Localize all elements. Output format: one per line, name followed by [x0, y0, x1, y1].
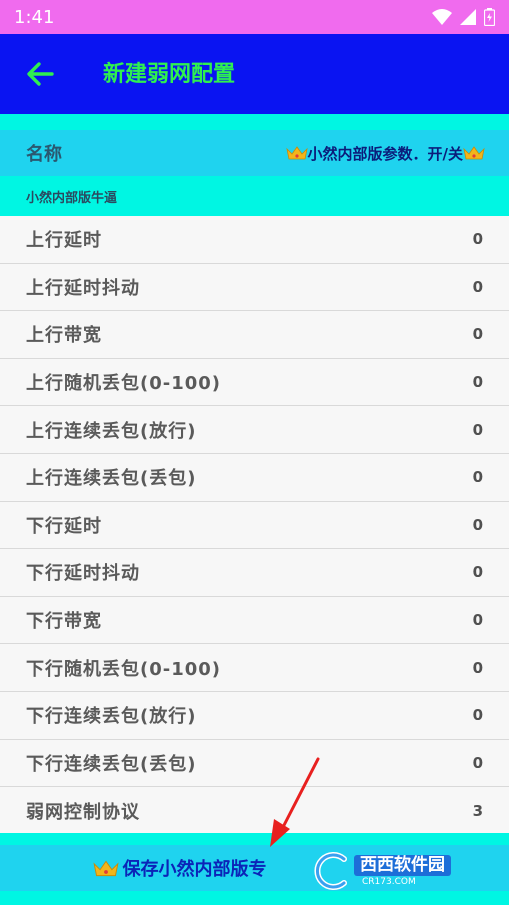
item-label: 上行延时抖动 — [26, 277, 140, 299]
item-value: 0 — [472, 468, 483, 487]
item-value: 0 — [472, 420, 483, 439]
item-label: 上行连续丢包(放行) — [26, 420, 197, 442]
list-item[interactable]: 下行随机丢包(0-100) 0 — [0, 644, 509, 692]
list-item[interactable]: 下行连续丢包(放行) 0 — [0, 691, 509, 740]
list-item[interactable]: 上行带宽 0 — [0, 311, 509, 359]
item-value: 0 — [472, 611, 483, 630]
item-value: 0 — [472, 563, 483, 582]
item-label: 下行连续丢包(丢包) — [26, 753, 197, 775]
bottom-edge-strip — [0, 891, 509, 905]
list-item[interactable]: 下行带宽 0 — [0, 596, 509, 645]
section-subtitle-row: 小然内部版牛逼 — [0, 176, 509, 216]
battery-icon — [484, 8, 495, 26]
item-label: 上行随机丢包(0-100) — [26, 373, 222, 395]
watermark-text: 西西软件园 CR173.COM — [354, 855, 451, 887]
list-item[interactable]: 上行延时抖动 0 — [0, 263, 509, 312]
name-value[interactable]: 小然内部版参数．开/关 — [285, 143, 485, 164]
annotation-arrow-icon — [270, 757, 320, 847]
item-value: 0 — [472, 373, 483, 392]
item-label: 下行连续丢包(放行) — [26, 706, 197, 728]
list-item[interactable]: 下行延时 0 — [0, 501, 509, 550]
status-icons — [432, 8, 495, 26]
crown-icon — [285, 146, 308, 160]
wifi-icon — [432, 9, 452, 25]
section-subtitle: 小然内部版牛逼 — [26, 190, 118, 206]
top-divider-strip — [0, 114, 509, 130]
item-value: 0 — [472, 515, 483, 534]
watermark-logo-icon — [314, 852, 347, 890]
item-label: 上行带宽 — [26, 325, 102, 347]
list-item[interactable]: 上行连续丢包(丢包) 0 — [0, 453, 509, 502]
item-label: 下行延时抖动 — [26, 563, 140, 585]
item-value: 0 — [472, 230, 483, 249]
list-item[interactable]: 上行随机丢包(0-100) 0 — [0, 358, 509, 407]
toolbar: 新建弱网配置 — [0, 34, 509, 114]
list-item[interactable]: 下行延时抖动 0 — [0, 549, 509, 597]
list-item[interactable]: 上行延时 0 — [0, 216, 509, 264]
item-value: 0 — [472, 325, 483, 344]
item-label: 下行延时 — [26, 515, 102, 537]
page-title: 新建弱网配置 — [103, 62, 236, 87]
item-label: 弱网控制协议 — [26, 801, 140, 823]
status-time: 1:41 — [14, 6, 55, 28]
watermark-name: 西西软件园 — [354, 855, 451, 876]
item-value: 0 — [472, 753, 483, 772]
item-label: 上行连续丢包(丢包) — [26, 468, 197, 490]
signal-icon — [460, 9, 476, 25]
crown-icon — [463, 146, 485, 160]
save-button-label: 保存小然内部版专 — [122, 859, 267, 880]
item-value: 0 — [472, 706, 483, 725]
item-value: 0 — [472, 277, 483, 296]
status-bar: 1:41 — [0, 0, 509, 34]
list-item[interactable]: 弱网控制协议 3 — [0, 787, 509, 835]
bottom-divider-strip — [0, 833, 509, 845]
list-item[interactable]: 下行连续丢包(丢包) 0 — [0, 739, 509, 788]
crown-icon — [92, 860, 119, 876]
name-label: 名称 — [26, 144, 62, 165]
item-label: 下行随机丢包(0-100) — [26, 658, 222, 680]
name-value-text: 小然内部版参数．开/关 — [307, 144, 463, 163]
item-value: 0 — [472, 658, 483, 677]
back-arrow-icon[interactable] — [26, 60, 54, 88]
watermark-domain: CR173.COM — [362, 877, 416, 887]
item-value: 3 — [472, 801, 483, 820]
list-item[interactable]: 上行连续丢包(放行) 0 — [0, 406, 509, 454]
item-label: 下行带宽 — [26, 611, 102, 633]
watermark: 西西软件园 CR173.COM — [310, 851, 490, 891]
item-label: 上行延时 — [26, 230, 102, 252]
parameter-list: 上行延时 0 上行延时抖动 0 上行带宽 0 上行随机丢包(0-100) 0 上… — [0, 216, 509, 835]
name-row[interactable]: 名称 小然内部版参数．开/关 — [0, 130, 509, 176]
